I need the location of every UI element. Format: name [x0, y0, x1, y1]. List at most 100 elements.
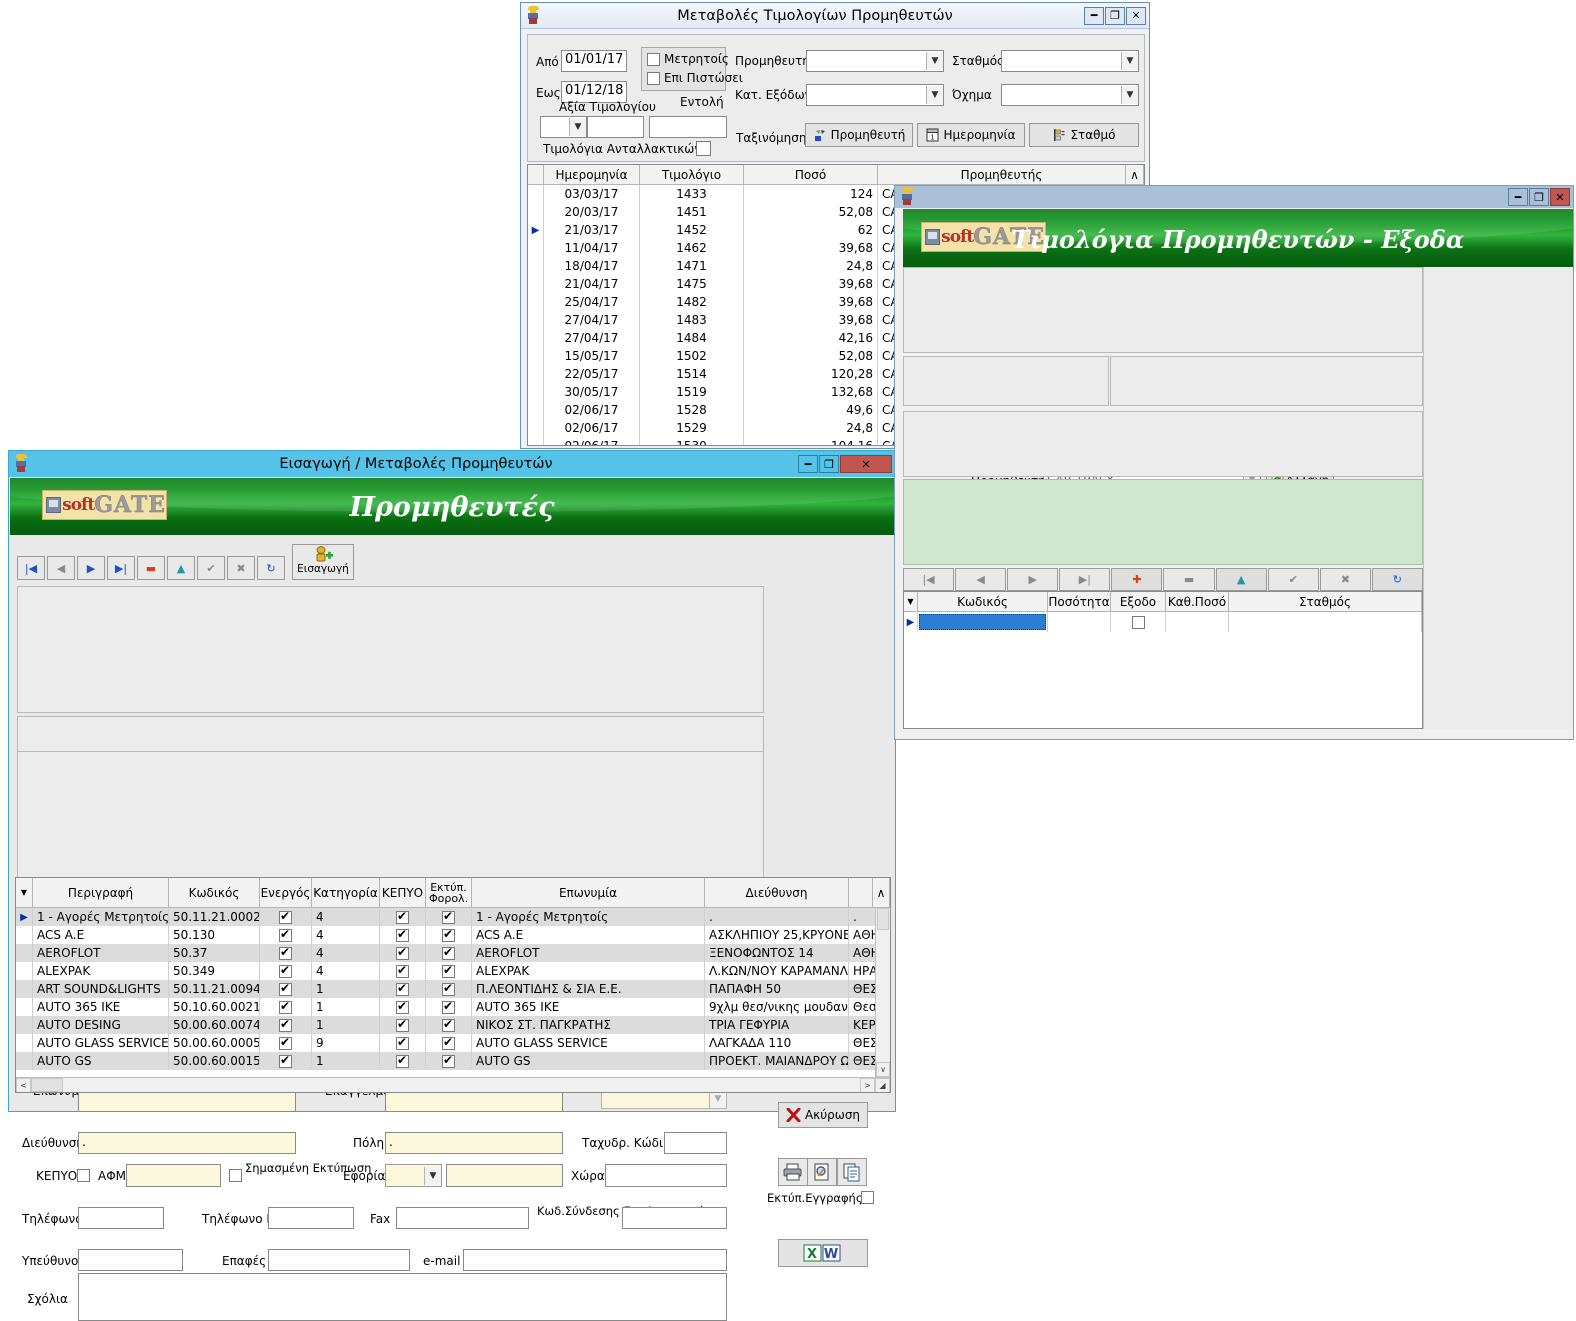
col-code[interactable]: Κωδικός — [169, 878, 260, 907]
chevron-down-icon[interactable]: ▼ — [424, 1166, 441, 1185]
row-selector[interactable] — [16, 998, 33, 1016]
cell-checkbox[interactable] — [396, 1035, 409, 1050]
col-address[interactable]: Διεύθυνση — [705, 878, 849, 907]
cell-checkbox[interactable] — [279, 1017, 292, 1032]
window-suppliers[interactable]: Εισαγωγή / Μεταβολές Προμηθευτών ━ ❐ ✕ s… — [8, 450, 896, 1321]
col-kepyo[interactable]: ΚΕΠΥΟ — [380, 878, 426, 907]
row-selector[interactable] — [528, 203, 544, 221]
export-excel-word-button[interactable]: X W — [778, 1239, 868, 1267]
credit-checkbox[interactable] — [647, 72, 660, 85]
grid-scroll-up-header[interactable]: ∧ — [873, 878, 890, 907]
cancel-button[interactable]: Ακύρωση — [778, 1102, 868, 1128]
nav-first-button[interactable]: |◀ — [17, 556, 45, 580]
fax-input[interactable] — [396, 1207, 529, 1229]
minimize-button[interactable]: ━ — [1508, 188, 1528, 206]
name-input-line2[interactable] — [78, 1090, 296, 1112]
profession-input-line2[interactable] — [385, 1090, 563, 1112]
chevron-down-icon[interactable]: ▼ — [926, 86, 943, 104]
nav-refresh-button[interactable]: ↻ — [257, 556, 285, 580]
print-button[interactable] — [778, 1158, 808, 1186]
vat-input[interactable] — [126, 1164, 221, 1187]
suppliers-grid[interactable]: ▼ Περιγραφή Κωδικός Ενεργός Κατηγορία ΚΕ… — [15, 877, 891, 1093]
preview-button[interactable] — [807, 1158, 837, 1186]
tax-office-code-select[interactable]: ▼ — [385, 1164, 442, 1187]
invoice-lines-grid[interactable]: ▼ Κωδικός Ποσότητα Εξοδο Καθ.Ποσό Σταθμό… — [903, 591, 1423, 729]
col-date[interactable]: Ημερομηνία — [544, 165, 640, 184]
phone-b-input[interactable] — [268, 1207, 354, 1229]
window2-controls[interactable]: ━ ❐ ✕ — [798, 455, 892, 473]
lines-prev-button[interactable]: ◀ — [955, 568, 1007, 591]
table-row[interactable]: ACS A.E50.1304ACS A.EΑΣΚΛΗΠΙΟΥ 25,ΚΡΥΟΝΕ… — [16, 926, 890, 944]
table-row[interactable]: AUTO DESING50.00.60.0074 1 ΝΙΚΟΣ ΣΤ. ΠΑΓΚΡ… — [16, 1016, 890, 1034]
cell-checkbox[interactable] — [442, 999, 455, 1014]
suppliers-grid-hscrollbar[interactable]: < > ◢ — [16, 1077, 890, 1092]
cell-checkbox[interactable] — [279, 963, 292, 978]
gl-code-input[interactable] — [622, 1207, 727, 1229]
row-selector[interactable] — [528, 365, 544, 383]
table-row[interactable]: AUTO 365 IKE50.10.60.00211AUTO 365 IKE9χ… — [16, 998, 890, 1016]
cell-checkbox[interactable] — [442, 909, 455, 924]
col-print-tax[interactable]: Εκτύπ. Φορολ. — [426, 878, 472, 907]
cell-checkbox[interactable] — [279, 945, 292, 960]
row-selector[interactable] — [16, 926, 33, 944]
row-selector[interactable] — [528, 419, 544, 437]
row-selector[interactable]: ▶ — [16, 908, 33, 926]
sort-by-station-button[interactable]: Σταθμό — [1029, 123, 1139, 147]
row-selector[interactable] — [528, 275, 544, 293]
window2-titlebar[interactable]: Εισαγωγή / Μεταβολές Προμηθευτών ━ ❐ ✕ — [9, 451, 895, 477]
row-selector[interactable]: ▶ — [904, 612, 918, 632]
vscroll-down-button[interactable]: ∨ — [876, 1062, 890, 1077]
hscroll-thumb[interactable] — [31, 1078, 63, 1092]
cell-checkbox[interactable] — [279, 909, 292, 924]
nav-delete-button[interactable]: ▬ — [137, 556, 165, 580]
row-selector[interactable] — [528, 437, 544, 445]
col-supplier[interactable]: Προμηθευτής — [878, 165, 1126, 184]
row-selector[interactable] — [16, 1034, 33, 1052]
chevron-down-icon[interactable]: ▼ — [1121, 86, 1138, 104]
lines-grid-body[interactable]: ▶ — [904, 612, 1422, 632]
cash-checkbox[interactable] — [647, 53, 660, 66]
record-nav-toolbar[interactable]: |◀ ◀ ▶ ▶| ▬ ▲ ✔ ✖ ↻ Εισαγωγή — [17, 544, 354, 580]
col-code[interactable]: Κωδικός — [918, 592, 1048, 611]
table-row[interactable]: AUTO GLASS SERVICE50.00.60.00059AUTO GLA… — [16, 1034, 890, 1052]
chevron-down-icon[interactable]: ▼ — [926, 52, 943, 70]
phone-input[interactable] — [78, 1207, 164, 1229]
cell-checkbox[interactable] — [396, 927, 409, 942]
address-input[interactable]: . — [78, 1132, 296, 1154]
grid-filter-corner[interactable]: ▼ — [904, 592, 918, 611]
kepyo-checkbox[interactable] — [77, 1169, 90, 1182]
lines-next-button[interactable]: ▶ — [1007, 568, 1059, 591]
cell-checkbox[interactable] — [279, 999, 292, 1014]
nav-prev-button[interactable]: ◀ — [47, 556, 75, 580]
grid-scroll-up-header[interactable]: ∧ — [1126, 165, 1144, 184]
cell-checkbox[interactable] — [396, 981, 409, 996]
lines-cancel-button[interactable]: ✖ — [1319, 568, 1371, 591]
expense-category-select[interactable]: ▼ — [806, 84, 944, 106]
table-row[interactable]: ▶1 - Αγορές Μετρητοίς50.11.21.000241 - Α… — [16, 908, 890, 926]
spare-invoices-checkbox[interactable] — [696, 141, 711, 156]
row-selector[interactable] — [528, 383, 544, 401]
lines-delete-button[interactable]: ▬ — [1163, 568, 1215, 591]
row-selector[interactable] — [528, 311, 544, 329]
cell-checkbox[interactable] — [279, 1053, 292, 1068]
nav-next-button[interactable]: ▶ — [77, 556, 105, 580]
resize-grip[interactable]: ◢ — [875, 1078, 890, 1092]
cell-checkbox[interactable] — [396, 1017, 409, 1032]
nav-cancel-button[interactable]: ✖ — [227, 556, 255, 580]
copy-button[interactable] — [837, 1158, 867, 1186]
cell-checkbox[interactable] — [1131, 615, 1145, 629]
lines-last-button[interactable]: ▶| — [1059, 568, 1111, 591]
vscroll-thumb[interactable] — [877, 908, 889, 930]
maximize-button[interactable]: ❐ — [819, 455, 839, 473]
cell-checkbox[interactable] — [279, 981, 292, 996]
col-description[interactable]: Περιγραφή — [33, 878, 169, 907]
tax-office-input[interactable] — [446, 1164, 563, 1187]
lines-refresh-button[interactable]: ↻ — [1371, 568, 1423, 591]
contacts-input[interactable] — [268, 1249, 410, 1271]
lines-post-button[interactable]: ✔ — [1267, 568, 1319, 591]
cell-checkbox[interactable] — [396, 963, 409, 978]
invoice-value-input[interactable] — [587, 116, 644, 138]
row-selector[interactable] — [16, 980, 33, 998]
window1-titlebar[interactable]: Μεταβολές Τιμολογίων Προμηθευτών ━ ❐ ✕ — [521, 3, 1149, 29]
cell-checkbox[interactable] — [396, 945, 409, 960]
